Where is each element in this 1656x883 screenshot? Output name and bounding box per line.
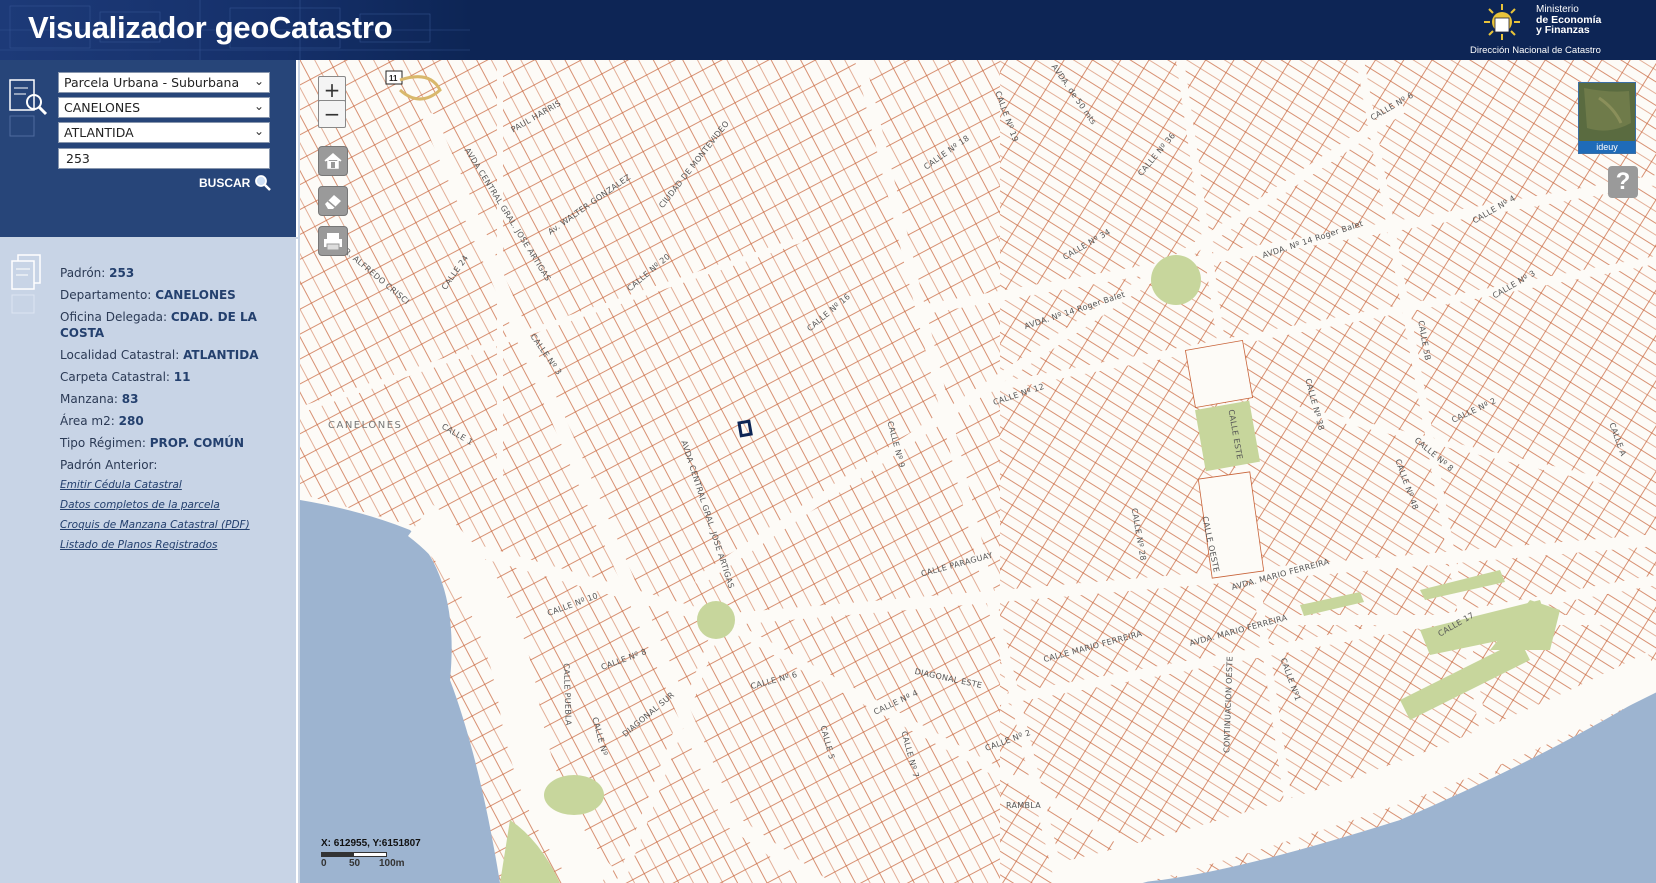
home-icon: [324, 153, 342, 169]
printer-icon: [324, 233, 342, 251]
search-button[interactable]: BUSCAR: [199, 174, 272, 192]
app-title: Visualizador geoCatastro: [28, 10, 393, 45]
link-planos-registrados[interactable]: Listado de Planos Registrados: [60, 539, 285, 551]
parcel-info-panel: Padrón: 253 Departamento: CANELONES Ofic…: [0, 239, 298, 883]
documents-icon: [11, 254, 41, 314]
parcel-info-list: Padrón: 253 Departamento: CANELONES Ofic…: [60, 265, 285, 559]
help-button[interactable]: ?: [1608, 166, 1638, 198]
search-button-label: BUSCAR: [199, 176, 251, 190]
zoom-out-button[interactable]: −: [318, 100, 346, 128]
locality-value: ATLANTIDA: [64, 125, 134, 140]
chevron-down-icon: ⌄: [253, 124, 264, 138]
chevron-down-icon: ⌄: [253, 74, 264, 88]
scale-label-0: 0: [321, 858, 327, 869]
chevron-down-icon: ⌄: [253, 99, 264, 113]
cadastral-map[interactable]: 11 CANELONES PAUL HARRIS AVDA CENTRAL GR…: [300, 60, 1656, 883]
street-label: RAMBLA: [1006, 801, 1042, 810]
catastro-subtitle: Dirección Nacional de Catastro: [1470, 45, 1601, 56]
clear-button[interactable]: [318, 186, 348, 216]
print-button[interactable]: [318, 226, 348, 256]
parcel-type-select[interactable]: Parcela Urbana - Suburbana ⌄: [58, 72, 270, 93]
sun-emblem-icon: [1484, 4, 1520, 40]
scale-label-100: 100m: [379, 858, 405, 869]
info-padron-anterior: Padrón Anterior:: [60, 458, 158, 472]
info-area: Área m2: 280: [60, 414, 144, 428]
ministry-logo: Ministerio de Economía y Finanzas Direcc…: [1466, 0, 1646, 60]
info-padron: Padrón: 253: [60, 266, 135, 280]
scale-bar-graphic: [321, 852, 387, 857]
info-oficina: Oficina Delegada: CDAD. DE LA COSTA: [60, 310, 257, 340]
info-localidad: Localidad Catastral: ATLANTIDA: [60, 348, 259, 362]
home-button[interactable]: [318, 146, 348, 176]
department-select[interactable]: CANELONES ⌄: [58, 97, 270, 118]
map-canvas[interactable]: 11: [300, 60, 1656, 883]
coordinates-readout: X: 612955, Y:6151807: [321, 838, 421, 849]
link-datos-parcela[interactable]: Datos completos de la parcela: [60, 499, 285, 511]
basemap-label: ideuy: [1579, 141, 1635, 153]
info-carpeta: Carpeta Catastral: 11: [60, 370, 191, 384]
search-panel: Parcela Urbana - Suburbana ⌄ CANELONES ⌄…: [0, 60, 298, 237]
department-value: CANELONES: [64, 100, 141, 115]
info-departamento: Departamento: CANELONES: [60, 288, 236, 302]
ministry-name: Ministerio de Economía y Finanzas: [1536, 4, 1602, 36]
route-shield-number: 11: [389, 74, 398, 83]
magnifier-icon: [255, 175, 272, 191]
scale-label-50: 50: [349, 858, 361, 869]
locality-select[interactable]: ATLANTIDA ⌄: [58, 122, 270, 143]
canelones-label: CANELONES: [328, 420, 403, 431]
basemap-toggle[interactable]: ideuy: [1578, 82, 1636, 154]
app-header: Visualizador geoCatastro Ministerio de E…: [0, 0, 1656, 60]
satellite-thumbnail: [1579, 83, 1635, 141]
document-search-icon: [9, 79, 48, 137]
link-cedula-catastral[interactable]: Emitir Cédula Catastral: [60, 479, 285, 491]
link-croquis-manzana[interactable]: Croquis de Manzana Catastral (PDF): [60, 519, 285, 531]
scale-bar: 0 50 100m: [321, 852, 411, 869]
parcel-type-value: Parcela Urbana - Suburbana: [64, 75, 240, 90]
info-regimen: Tipo Régimen: PROP. COMÚN: [60, 436, 245, 450]
padron-input[interactable]: [58, 148, 270, 169]
eraser-icon: [325, 195, 341, 209]
info-manzana: Manzana: 83: [60, 392, 139, 406]
